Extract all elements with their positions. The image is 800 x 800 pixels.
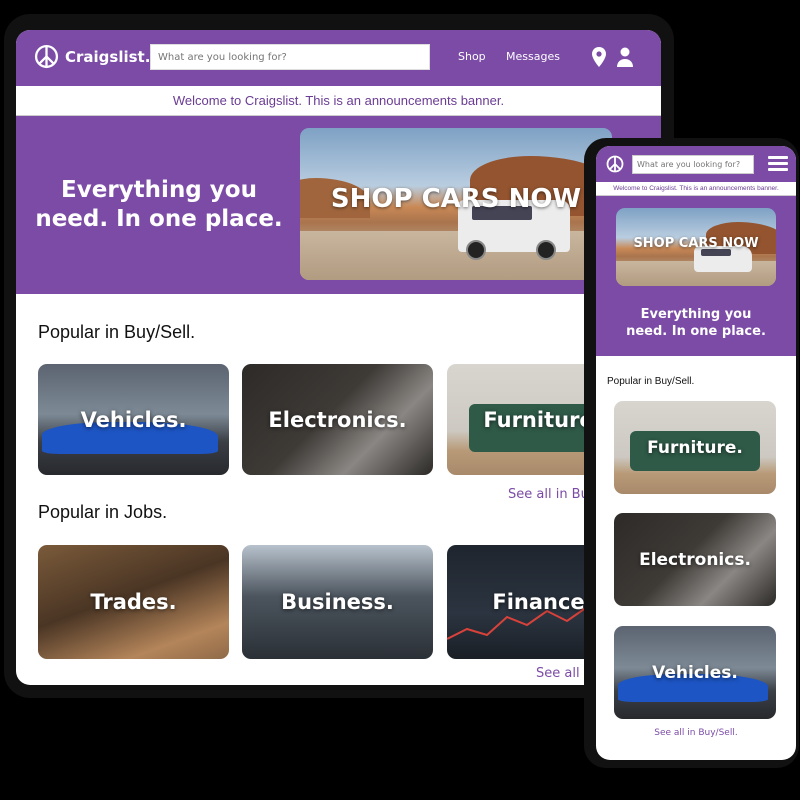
tile-label: Electronics. [268, 407, 407, 432]
section-title-jobs: Popular in Jobs. [38, 502, 168, 522]
location-pin-icon[interactable] [590, 46, 608, 68]
mobile-screen: Welcome to Craigslist. This is an announ… [596, 146, 796, 760]
mobile-promo-text: SHOP CARS NOW [633, 236, 759, 251]
tile-label: Vehicles. [652, 662, 738, 683]
hamburger-menu-icon[interactable] [768, 156, 788, 172]
hero-tagline: Everything you need. In one place. [30, 176, 288, 234]
tile-label: Vehicles. [80, 407, 187, 432]
tile-vehicles[interactable]: Vehicles. [38, 364, 229, 475]
hero-tagline-line2: need. In one place. [35, 206, 283, 232]
mobile-tile-furniture[interactable]: Furniture. [614, 401, 776, 494]
announcement-banner: Welcome to Craigslist. This is an announ… [16, 86, 661, 116]
tile-label: Furniture. [647, 437, 743, 458]
peace-logo-icon [34, 44, 59, 69]
search-input[interactable] [150, 44, 430, 70]
nav-messages-link[interactable]: Messages [506, 50, 560, 63]
mobile-announcement-banner: Welcome to Craigslist. This is an announ… [596, 182, 796, 196]
tile-trades[interactable]: Trades. [38, 545, 229, 659]
mockup-stage: Craigslist. Shop Messages Welcome to Cra… [0, 0, 800, 800]
promo-text: SHOP CARS NOW [330, 184, 582, 214]
section-title-buy-sell: Popular in Buy/Sell. [38, 322, 196, 342]
user-icon[interactable] [616, 46, 634, 68]
shop-cars-promo[interactable]: SHOP CARS NOW [300, 128, 612, 280]
mobile-hero-tagline-line1: Everything you [640, 307, 752, 322]
desktop-navbar: Craigslist. Shop Messages [16, 30, 661, 86]
tile-label: Trades. [90, 590, 177, 614]
tile-electronics[interactable]: Electronics. [242, 364, 433, 475]
tile-business[interactable]: Business. [242, 545, 433, 659]
tile-label: Electronics. [639, 549, 751, 570]
mobile-tile-electronics[interactable]: Electronics. [614, 513, 776, 606]
peace-logo-icon[interactable] [606, 155, 624, 173]
logo-text: Craigslist. [65, 47, 151, 66]
desktop-screen: Craigslist. Shop Messages Welcome to Cra… [16, 30, 661, 685]
logo[interactable]: Craigslist. [34, 44, 150, 69]
nav-shop-link[interactable]: Shop [458, 50, 486, 63]
mobile-tile-vehicles[interactable]: Vehicles. [614, 626, 776, 719]
hero-section: Everything you need. In one place. SHOP … [16, 116, 661, 294]
mobile-hero-tagline-line2: need. In one place. [626, 324, 766, 339]
mobile-see-all-link[interactable]: See all in Buy/Sell. [596, 728, 796, 738]
tile-label: Business. [281, 590, 394, 614]
mobile-section-title: Popular in Buy/Sell. [607, 376, 695, 387]
hero-tagline-line1: Everything you [61, 177, 257, 203]
mobile-hero-section: SHOP CARS NOW Everything you need. In on… [596, 196, 796, 356]
mobile-hero-tagline: Everything you need. In one place. [596, 306, 796, 340]
mobile-navbar [596, 146, 796, 182]
mobile-shop-cars-promo[interactable]: SHOP CARS NOW [616, 208, 776, 286]
mobile-search-input[interactable] [632, 155, 754, 174]
